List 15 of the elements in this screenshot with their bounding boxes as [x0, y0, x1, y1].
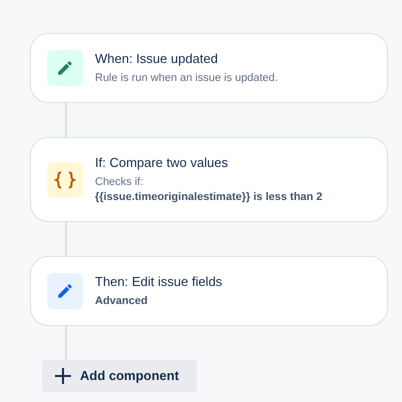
pencil-icon [56, 59, 74, 77]
pencil-icon [56, 282, 74, 300]
add-component-button[interactable]: Add component [42, 360, 197, 392]
braces-icon [54, 170, 76, 188]
component-description: {{issue.timeoriginalestimate}} is less than 2 [95, 190, 322, 205]
rule-card[interactable]: Then: Edit issue fields Advanced [30, 256, 388, 326]
plus-icon [54, 367, 72, 385]
component-description: Rule is run when an issue is updated. [95, 71, 278, 86]
component-title: When: Issue updated [95, 50, 219, 68]
component-title: If: Compare two values [95, 154, 229, 172]
component-title: Then: Edit issue fields [95, 273, 222, 291]
rule-card[interactable]: If: Compare two values Checks if: {{issue.timeoriginalestimate}} is less than 2 [30, 137, 388, 222]
component-description: Advanced [95, 294, 149, 309]
rule-card[interactable]: When: Issue updated Rule is run when an issue is updated. [30, 33, 388, 103]
component-description: Checks if: [95, 175, 144, 190]
